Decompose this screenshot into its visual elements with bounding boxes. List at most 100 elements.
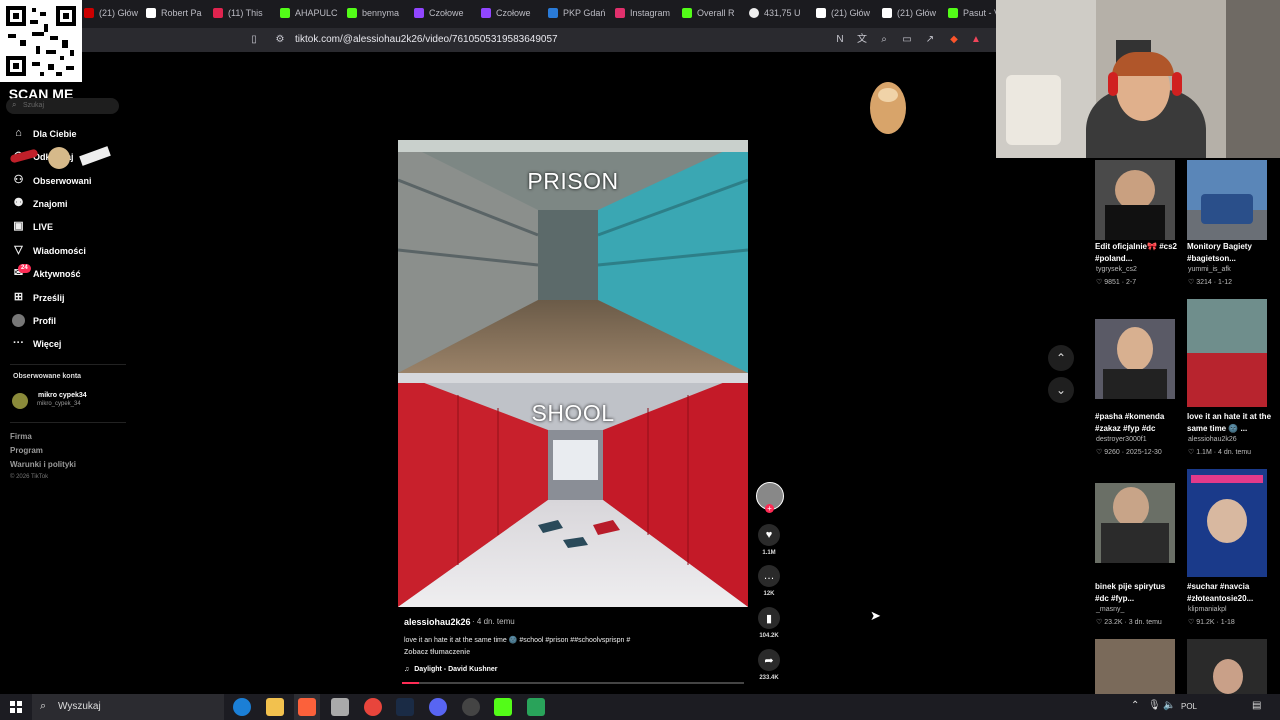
recommended-author[interactable]: alessiohau2k26 (1188, 436, 1237, 443)
microphone-icon[interactable]: 🎙 (1148, 700, 1161, 711)
address-bar: ▯ ⚙ tiktok.com/@alessiohau2k26/video/761… (0, 28, 996, 52)
recommended-thumbnail[interactable] (1095, 160, 1175, 240)
browser-tab[interactable]: Instagram (615, 3, 679, 23)
sidebar-item-profile[interactable]: Profil (12, 314, 56, 327)
next-video-button[interactable]: ⌄ (1048, 377, 1074, 403)
url-field[interactable]: tiktok.com/@alessiohau2k26/video/7610505… (295, 34, 558, 45)
sidebar-item-following[interactable]: ⚇ Obserwowani (12, 174, 92, 187)
recommended-stats: ♡ 91.2K · 1-18 (1188, 619, 1235, 626)
browser-tab[interactable]: Robert Pa (146, 3, 210, 23)
app-icon[interactable] (527, 698, 545, 716)
follow-plus-icon[interactable]: + (765, 504, 774, 513)
volume-icon[interactable]: 🔈 (1163, 700, 1175, 711)
browser-tab[interactable]: (21) Głów (816, 3, 878, 23)
file-explorer-icon[interactable] (266, 698, 284, 716)
recommended-author[interactable]: tygrysek_cs2 (1096, 266, 1137, 273)
browser-tab[interactable]: 431,75 U (749, 3, 811, 23)
brave-shield-icon[interactable]: ◆ (948, 34, 960, 46)
sidebar-item-messages[interactable]: ▽ Wiadomości (12, 244, 86, 257)
recommended-thumbnail[interactable] (1187, 469, 1267, 577)
browser-tab[interactable]: Overall R (682, 3, 744, 23)
friends-icon: ⚉ (13, 197, 24, 209)
like-button[interactable]: ♥ 1.1M (758, 524, 780, 556)
sidebar-item-live[interactable]: ▣ LIVE (12, 220, 53, 233)
recommended-title[interactable]: Edit oficjalnie🎀 #cs2 #poland... (1095, 241, 1179, 265)
browser-tab[interactable]: AHAPULC (280, 3, 342, 23)
tab-favicon-icon (414, 8, 424, 18)
cast-icon[interactable]: ▭ (901, 34, 913, 46)
browser-tab[interactable]: Czołowe (481, 3, 543, 23)
language-indicator[interactable]: POL (1181, 702, 1197, 711)
recommended-title[interactable]: #pasha #komenda #zakaz #fyp #dc (1095, 411, 1179, 435)
footer-link-company[interactable]: Firma (10, 432, 32, 441)
recommended-thumbnail[interactable] (1187, 639, 1267, 694)
bookmark-icon[interactable]: ▯ (248, 34, 260, 46)
no-tracking-icon[interactable]: N (834, 34, 846, 46)
footer-link-terms[interactable]: Warunki i polityki (10, 460, 76, 469)
steam-icon[interactable] (396, 698, 414, 716)
taskbar-search-input[interactable]: ⌕ Wyszukaj (32, 694, 224, 720)
copyright: © 2026 TikTok (10, 474, 49, 480)
translate-icon[interactable]: 文 (856, 34, 868, 46)
browser-tab[interactable]: bennyma (347, 3, 409, 23)
browser-tab[interactable]: (11) This (213, 3, 275, 23)
taskbar: ⌕ Wyszukaj ⌃ 🎙 🔈 POL ▤ (0, 694, 1280, 720)
video-player[interactable]: PRISON SHOOL (397, 140, 749, 607)
browser-tab[interactable]: Czołowe (414, 3, 476, 23)
headphones-icon (1108, 72, 1118, 96)
tab-favicon-icon (213, 8, 223, 18)
zoom-icon[interactable]: ⌕ (878, 34, 890, 46)
search-icon: ⌕ (12, 100, 17, 109)
tab-favicon-icon (84, 8, 94, 18)
recommended-title[interactable]: binek pije spirytus #dc #fyp... (1095, 581, 1179, 605)
divider (10, 422, 126, 423)
browser-tab[interactable]: (21) Głów (84, 3, 144, 23)
tray-chevron-up-icon[interactable]: ⌃ (1131, 700, 1139, 711)
recommended-title[interactable]: Monitory Bagiety #bagietson... (1187, 241, 1271, 265)
previous-video-button[interactable]: ⌃ (1048, 345, 1074, 371)
chrome-icon[interactable] (364, 698, 382, 716)
app-icon[interactable] (331, 698, 349, 716)
save-button[interactable]: ▮ 104.2K (758, 607, 780, 639)
video-author[interactable]: alessiohau2k26 (404, 617, 471, 627)
sidebar-item-more[interactable]: ··· Więcej (12, 337, 61, 350)
comment-button[interactable]: … 12K (758, 565, 780, 597)
translate-link[interactable]: Zobacz tłumaczenie (404, 649, 470, 656)
discord-icon[interactable] (429, 698, 447, 716)
active-app-highlight (294, 694, 320, 720)
recommended-author[interactable]: yummi_is_afk (1188, 266, 1231, 273)
recommended-thumbnail[interactable] (1095, 639, 1175, 694)
browser-tab[interactable]: (21) Głów (882, 3, 944, 23)
followed-account[interactable]: mikro cypek34 mikro_cypek_34 (12, 391, 122, 411)
recommended-title[interactable]: love it an hate it at the same time 🌚 ..… (1187, 411, 1271, 435)
recommended-thumbnail[interactable] (1187, 160, 1267, 240)
share-button[interactable]: ➦ 233.4K (758, 649, 780, 681)
recommended-author[interactable]: klipmaniakpl (1188, 606, 1227, 613)
windows-start-icon[interactable] (10, 701, 22, 713)
kick-icon[interactable] (494, 698, 512, 716)
thumbnail-shirt (1101, 523, 1169, 563)
sidebar-item-upload[interactable]: ⊞ Prześlij (12, 291, 65, 304)
recommended-title[interactable]: #suchar #navcia #złoteantosie20... (1187, 581, 1271, 605)
music-info[interactable]: ♫ Daylight - David Kushner (404, 666, 497, 673)
browser-tab[interactable]: Pasut - V (948, 3, 996, 23)
sidebar-item-friends[interactable]: ⚉ Znajomi (12, 197, 68, 210)
recommended-thumbnail[interactable] (1095, 483, 1175, 563)
footer-link-program[interactable]: Program (10, 446, 43, 455)
recommended-author[interactable]: _masny_ (1096, 606, 1124, 613)
notifications-icon[interactable]: ▤ (1252, 700, 1261, 711)
browser-tab[interactable]: PKP Gdań (548, 3, 610, 23)
rewards-icon[interactable]: ▲ (970, 34, 982, 46)
thumbnail-truck (1201, 194, 1253, 224)
share-icon[interactable]: ↗ (924, 34, 936, 46)
obs-icon[interactable] (462, 698, 480, 716)
sidebar-item-for-you[interactable]: ⌂ Dla Ciebie (12, 127, 76, 140)
progress-bar[interactable] (402, 682, 744, 684)
recommended-thumbnail[interactable] (1095, 319, 1175, 399)
edge-icon[interactable] (233, 698, 251, 716)
recommended-author[interactable]: destroyer3000f1 (1096, 436, 1147, 443)
site-settings-icon[interactable]: ⚙ (274, 34, 286, 46)
tab-favicon-icon (280, 8, 290, 18)
recommended-thumbnail[interactable] (1187, 299, 1267, 407)
search-input[interactable]: ⌕ Szukaj (6, 98, 119, 114)
